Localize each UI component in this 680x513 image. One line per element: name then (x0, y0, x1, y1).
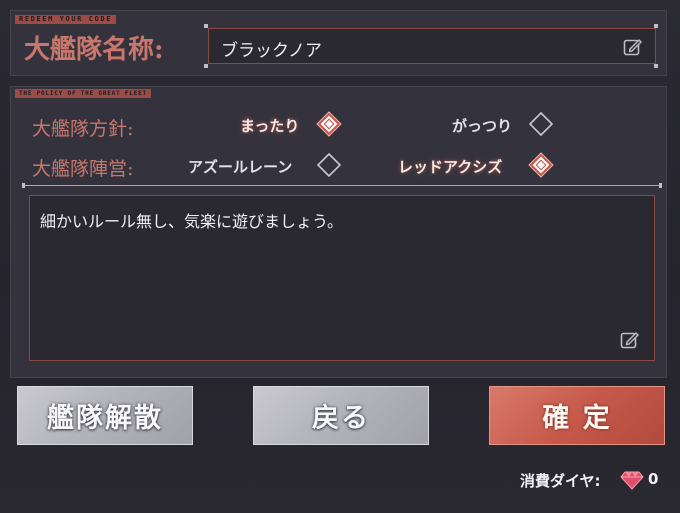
cost-label: 消費ダイヤ: (520, 472, 601, 490)
corner-marker (22, 183, 25, 188)
confirm-button[interactable]: 確 定 (489, 386, 665, 445)
camp-option-azur-label[interactable]: アズールレーン (188, 156, 292, 177)
fleet-name-field[interactable]: ブラックノア (208, 28, 656, 64)
corner-marker (654, 24, 658, 28)
camp-option-red-axis-label[interactable]: レッドアクシズ (398, 156, 502, 177)
policy-label: 大艦隊方針: (32, 118, 134, 140)
corner-marker (659, 183, 662, 188)
policy-tag: THE POLICY OF THE GREAT FLEET (15, 89, 151, 98)
policy-option-serious-label[interactable]: がっつり (452, 115, 512, 136)
gem-icon (620, 471, 644, 490)
edit-icon[interactable] (620, 330, 640, 350)
corner-marker (654, 64, 658, 68)
diamond-radio-selected-icon[interactable] (316, 111, 342, 137)
divider-line (24, 185, 662, 186)
diamond-radio-icon[interactable] (528, 111, 554, 137)
back-button[interactable]: 戻る (253, 386, 429, 445)
fleet-name-label: 大艦隊名称: (24, 35, 164, 65)
description-text: 細かいルール無し、気楽に遊びましょう。 (40, 212, 344, 231)
fleet-name-value: ブラックノア (221, 41, 322, 61)
diamond-radio-icon[interactable] (316, 152, 342, 178)
redeem-tag: REDEEM YOUR CODE (15, 15, 117, 24)
edit-icon[interactable] (623, 37, 643, 57)
diamond-radio-selected-icon[interactable] (528, 152, 554, 178)
cost-value: 0 (648, 470, 659, 488)
camp-label: 大艦隊陣営: (32, 158, 134, 180)
description-field[interactable]: 細かいルール無し、気楽に遊びましょう。 (29, 195, 655, 361)
disband-button[interactable]: 艦隊解散 (17, 386, 193, 445)
fleet-settings-dialog: REDEEM YOUR CODE 大艦隊名称: ブラックノア THE POLIC… (0, 0, 680, 513)
corner-marker (204, 64, 208, 68)
policy-option-relaxed-label[interactable]: まったり (240, 115, 299, 136)
corner-marker (204, 24, 208, 28)
